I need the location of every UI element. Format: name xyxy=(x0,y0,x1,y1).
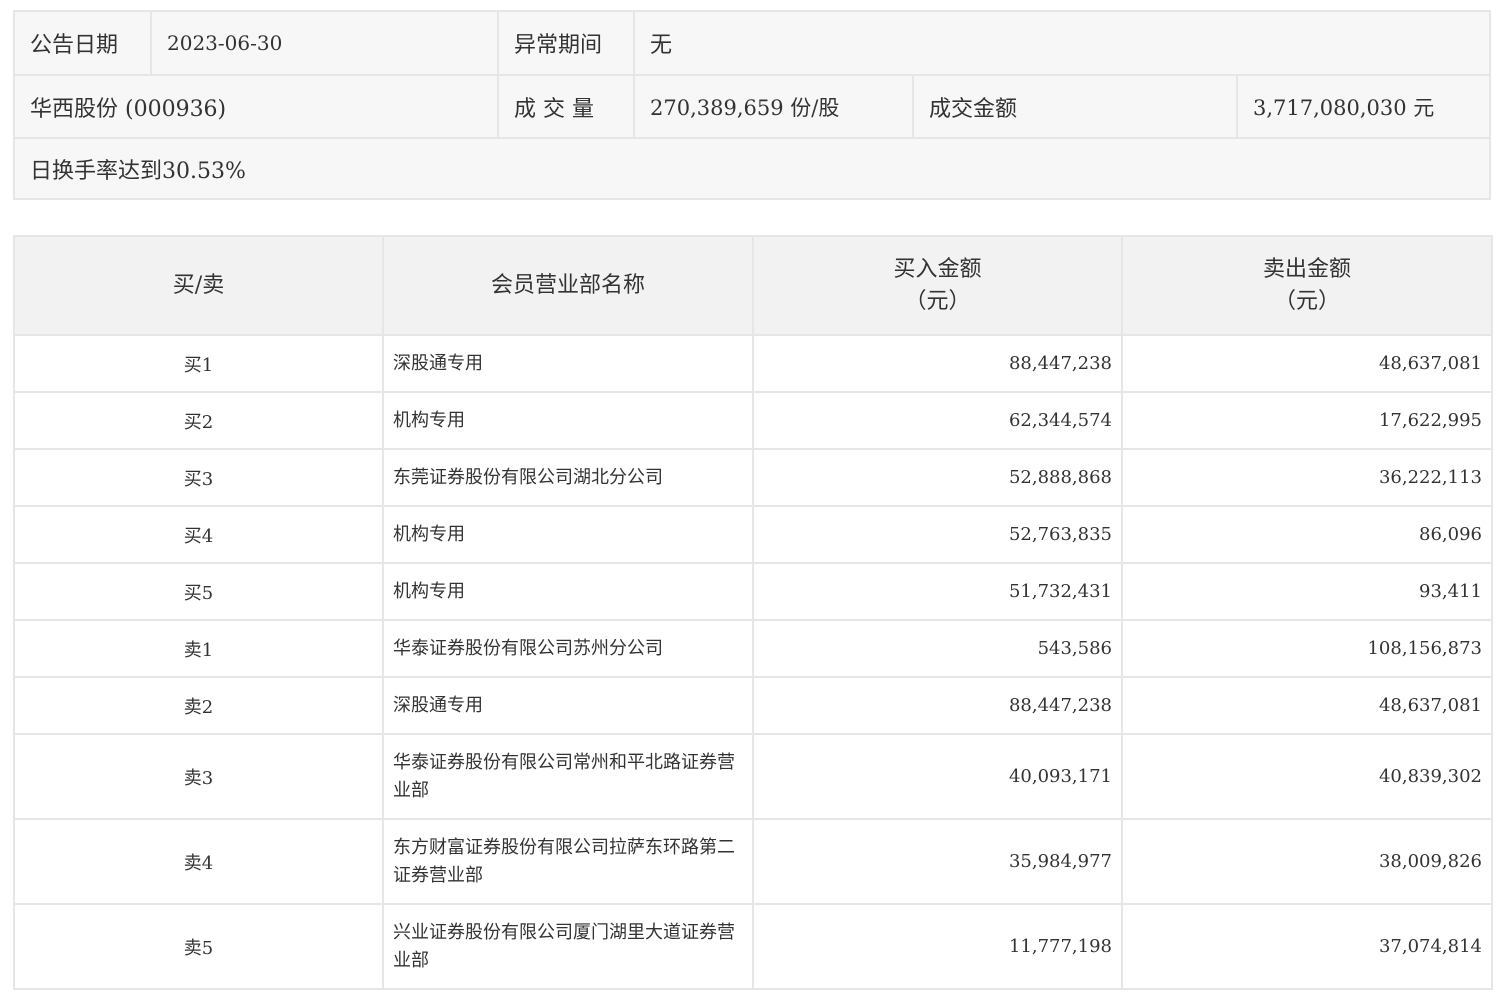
row-member-name: 深股通专用 xyxy=(382,676,754,735)
stock-info-panel: 公告日期 2023-06-30 异常期间 无 华西股份 (000936) 成 交… xyxy=(13,10,1491,200)
row-sell-amount: 48,637,081 xyxy=(1121,676,1493,735)
row-direction: 买4 xyxy=(13,505,384,564)
row-direction: 买3 xyxy=(13,448,384,507)
table-row: 卖3 华泰证券股份有限公司常州和平北路证券营业部 40,093,171 40,8… xyxy=(13,733,1493,820)
row-buy-amount: 88,447,238 xyxy=(752,676,1123,735)
row-sell-amount: 48,637,081 xyxy=(1121,334,1493,393)
row-member-name: 深股通专用 xyxy=(382,334,754,393)
row-sell-amount: 36,222,113 xyxy=(1121,448,1493,507)
row-sell-amount: 38,009,826 xyxy=(1121,818,1493,905)
row-member-name: 机构专用 xyxy=(382,562,754,621)
header-sell-amount-title: 卖出金额 xyxy=(1262,256,1351,282)
table-row: 卖2 深股通专用 88,447,238 48,637,081 xyxy=(13,676,1493,735)
table-row: 买1 深股通专用 88,447,238 48,637,081 xyxy=(13,334,1493,393)
row-sell-amount: 93,411 xyxy=(1121,562,1493,621)
row-member-name: 兴业证券股份有限公司厦门湖里大道证券营业部 xyxy=(382,903,754,990)
announce-date-value: 2023-06-30 xyxy=(167,31,283,55)
row-member-name: 东莞证券股份有限公司湖北分公司 xyxy=(382,448,754,507)
trading-details-table: 买/卖 会员营业部名称 买入金额 （元） 卖出金额 （元） 买1 深股通专用 8… xyxy=(13,235,1493,990)
header-sell-amount-unit: （元） xyxy=(1273,288,1340,314)
row-direction: 卖3 xyxy=(13,733,384,820)
amount-value: 3,717,080,030 元 xyxy=(1253,95,1435,120)
row-sell-amount: 40,839,302 xyxy=(1121,733,1493,820)
table-header-row: 买/卖 会员营业部名称 买入金额 （元） 卖出金额 （元） xyxy=(13,235,1493,336)
stock-name: 华西股份 (000936) xyxy=(30,96,227,122)
row-member-name: 机构专用 xyxy=(382,391,754,450)
row-direction: 卖1 xyxy=(13,619,384,678)
row-sell-amount: 17,622,995 xyxy=(1121,391,1493,450)
row-buy-amount: 52,888,868 xyxy=(752,448,1123,507)
row-buy-amount: 88,447,238 xyxy=(752,334,1123,393)
header-buy-amount: 买入金额 （元） xyxy=(752,235,1123,336)
turnover-note: 日换手率达到30.53% xyxy=(30,158,246,184)
row-sell-amount: 37,074,814 xyxy=(1121,903,1493,990)
row-buy-amount: 62,344,574 xyxy=(752,391,1123,450)
header-member-name: 会员营业部名称 xyxy=(382,235,754,336)
row-buy-amount: 11,777,198 xyxy=(752,903,1123,990)
abnormal-period-value: 无 xyxy=(650,33,673,58)
volume-label: 成 交 量 xyxy=(514,96,594,122)
abnormal-period-label: 异常期间 xyxy=(514,33,603,58)
row-sell-amount: 86,096 xyxy=(1121,505,1493,564)
volume-value: 270,389,659 份/股 xyxy=(650,95,840,120)
header-buy-amount-unit: （元） xyxy=(904,288,971,314)
table-row: 卖1 华泰证券股份有限公司苏州分公司 543,586 108,156,873 xyxy=(13,619,1493,678)
header-sell-amount: 卖出金额 （元） xyxy=(1121,235,1493,336)
header-buy-amount-title: 买入金额 xyxy=(893,256,982,282)
row-direction: 买1 xyxy=(13,334,384,393)
amount-label: 成交金额 xyxy=(929,96,1018,122)
row-direction: 买5 xyxy=(13,562,384,621)
table-row: 卖4 东方财富证券股份有限公司拉萨东环路第二证券营业部 35,984,977 3… xyxy=(13,818,1493,905)
row-direction: 卖5 xyxy=(13,903,384,990)
announce-date-label: 公告日期 xyxy=(30,33,119,58)
row-buy-amount: 40,093,171 xyxy=(752,733,1123,820)
row-member-name: 华泰证券股份有限公司苏州分公司 xyxy=(382,619,754,678)
row-direction: 卖2 xyxy=(13,676,384,735)
row-member-name: 机构专用 xyxy=(382,505,754,564)
table-row: 买2 机构专用 62,344,574 17,622,995 xyxy=(13,391,1493,450)
row-buy-amount: 52,763,835 xyxy=(752,505,1123,564)
row-direction: 买2 xyxy=(13,391,384,450)
row-buy-amount: 35,984,977 xyxy=(752,818,1123,905)
header-direction: 买/卖 xyxy=(13,235,384,336)
row-buy-amount: 543,586 xyxy=(752,619,1123,678)
row-member-name: 东方财富证券股份有限公司拉萨东环路第二证券营业部 xyxy=(382,818,754,905)
row-buy-amount: 51,732,431 xyxy=(752,562,1123,621)
table-row: 买3 东莞证券股份有限公司湖北分公司 52,888,868 36,222,113 xyxy=(13,448,1493,507)
row-direction: 卖4 xyxy=(13,818,384,905)
table-row: 买5 机构专用 51,732,431 93,411 xyxy=(13,562,1493,621)
row-sell-amount: 108,156,873 xyxy=(1121,619,1493,678)
table-row: 买4 机构专用 52,763,835 86,096 xyxy=(13,505,1493,564)
row-member-name: 华泰证券股份有限公司常州和平北路证券营业部 xyxy=(382,733,754,820)
table-row: 卖5 兴业证券股份有限公司厦门湖里大道证券营业部 11,777,198 37,0… xyxy=(13,903,1493,990)
